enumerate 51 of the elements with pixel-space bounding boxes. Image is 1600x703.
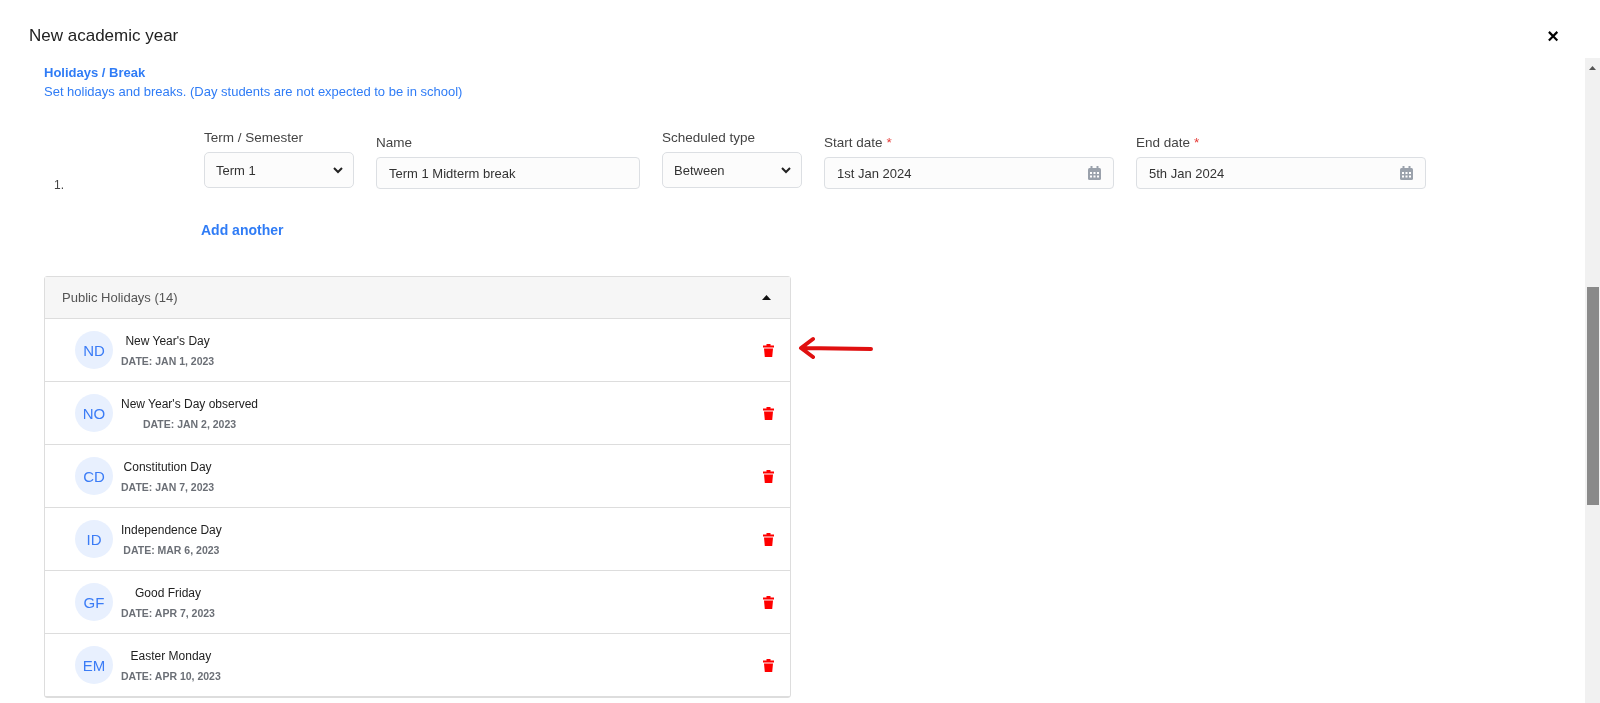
field-label: Start date * [824,135,893,150]
initials-avatar: NO [75,394,113,432]
scroll-up-icon[interactable] [1589,66,1596,70]
caret-up-icon [762,295,771,300]
chevron-down-icon [333,166,343,174]
initials-avatar: ND [75,331,113,369]
holiday-name: Independence Day [121,522,222,537]
holiday-date: DATE: JAN 7, 2023 [121,480,215,493]
field-label: Name [376,135,413,150]
holiday-date: DATE: APR 10, 2023 [121,669,221,682]
scrollbar-thumb[interactable] [1587,287,1599,505]
row-number: 1. [53,177,65,192]
holiday-name: Constitution Day [123,459,212,474]
field-label: End date * [1136,135,1201,150]
close-button[interactable]: × [1545,26,1561,46]
window-title: New academic year [29,26,179,46]
holiday-date: DATE: MAR 6, 2023 [123,543,220,556]
add-another-link[interactable]: Add another [201,222,284,238]
holiday-name: New Year's Day observed [121,396,259,411]
holiday-date: DATE: JAN 1, 2023 [121,354,215,367]
holiday-date: DATE: APR 7, 2023 [121,606,215,619]
delete-icon[interactable] [763,469,774,483]
holiday-date: DATE: JAN 2, 2023 [142,417,237,430]
delete-icon[interactable] [763,343,774,357]
section-subtitle: Set holidays and breaks. (Day students are not expected to be in school) [44,84,464,99]
initials-avatar: EM [75,646,113,684]
select-field[interactable]: Between [662,152,802,188]
delete-icon[interactable] [763,532,774,546]
initials-avatar: GF [75,583,113,621]
calendar-icon [1400,166,1413,180]
select-field[interactable]: Term 1 [204,152,354,188]
initials-avatar: ID [75,520,113,558]
delete-icon[interactable] [763,406,774,420]
holiday-name: Easter Monday [130,648,212,663]
required-mark: * [886,135,892,150]
section-title: Holidays / Break [44,65,147,80]
delete-icon[interactable] [763,658,774,672]
required-mark: * [1194,135,1200,150]
input-field[interactable]: Term 1 Midterm break [376,157,640,189]
holiday-name: Good Friday [134,585,201,600]
date-field[interactable]: 5th Jan 2024 [1136,157,1426,189]
field-label: Term / Semester [204,130,305,145]
field-label: Scheduled type [662,130,757,145]
holiday-name: New Year's Day [125,333,210,348]
date-field[interactable]: 1st Jan 2024 [824,157,1114,189]
delete-icon[interactable] [763,595,774,609]
accordion-header[interactable]: Public Holidays (14) [45,277,790,319]
initials-avatar: CD [75,457,113,495]
scrollbar[interactable] [1585,58,1600,703]
calendar-icon [1088,166,1101,180]
chevron-down-icon [781,166,791,174]
